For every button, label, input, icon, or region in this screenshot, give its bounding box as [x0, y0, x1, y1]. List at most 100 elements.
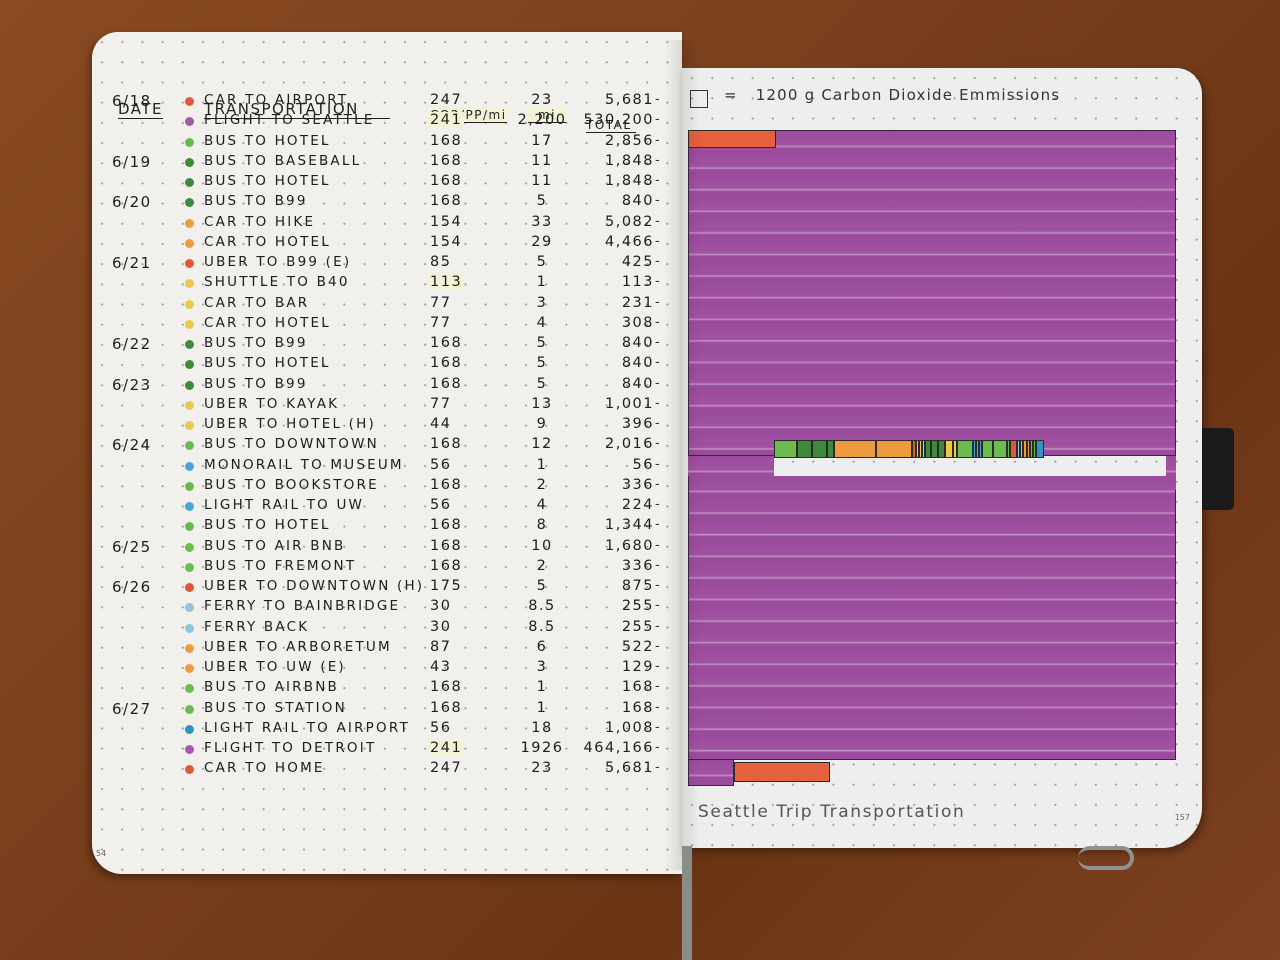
row-co2: 168 [430, 537, 463, 554]
row-co2: 113 [428, 274, 465, 291]
mode-color-dot-icon [185, 117, 194, 127]
row-trip-label: BUS TO HOTEL [204, 355, 331, 372]
row-tick-mark: - [655, 557, 662, 573]
row-tick-mark: - [655, 537, 662, 553]
table-row: CAR TO BAR 77 3 231- [92, 295, 682, 315]
row-date: 6/22 [112, 335, 152, 353]
table-row: MONORAIL TO MUSEUM 56 1 56- [92, 457, 682, 477]
table-row: CAR TO HOME 247 23 5,681- [92, 760, 682, 780]
page-number-left: 54 [96, 849, 107, 858]
row-total: 5,681 [604, 760, 654, 777]
flight-to-seattle-block [688, 130, 1176, 456]
mode-color-dot-icon [185, 319, 194, 329]
table-row: UBER TO ARBORETUM 87 6 522- [92, 639, 682, 659]
row-total: 875 [621, 578, 654, 594]
trip-emission-block [931, 440, 939, 458]
mode-color-dot-icon [185, 340, 194, 349]
row-trip-label: UBER TO UW (E) [204, 659, 346, 675]
mode-color-dot-icon [185, 218, 194, 228]
row-co2: 247 [430, 760, 463, 777]
row-trip-label: BUS TO DOWNTOWN [204, 436, 379, 453]
mode-color-dot-icon [185, 461, 194, 471]
row-tick-mark: - [655, 416, 662, 431]
row-trip-label: CAR TO HOME [204, 760, 325, 777]
trip-emission-block [924, 440, 932, 458]
row-date: 6/27 [112, 699, 152, 718]
row-trip-label: MONORAIL TO MUSEUM [204, 456, 404, 473]
row-tick-mark: - [655, 618, 662, 634]
mode-color-dot-icon [185, 502, 194, 511]
table-row: FLIGHT TO DETROIT 241 1926 464,166- [92, 740, 682, 760]
row-date: 6/23 [112, 375, 152, 394]
row-trip-label: UBER TO ARBORETUM [204, 638, 392, 655]
row-tick-mark: - [655, 314, 662, 330]
trip-emission-block [875, 440, 913, 458]
row-co2: 168 [430, 335, 463, 351]
row-date: 6/26 [112, 578, 152, 596]
mode-color-dot-icon [185, 684, 194, 694]
row-tick-mark: - [655, 173, 662, 188]
trip-emission-block [981, 440, 993, 458]
mode-color-dot-icon [185, 279, 194, 289]
row-tick-mark: - [655, 233, 662, 249]
table-row: 6/21 UBER TO B99 (E) 85 5 425- [92, 254, 682, 274]
mode-color-dot-icon [185, 259, 194, 268]
mode-color-dot-icon [185, 562, 194, 572]
row-total: 2,016 [604, 436, 654, 453]
row-trip-label: BUS TO B99 [204, 193, 308, 210]
row-trip-label: FLIGHT TO SEATTLE [204, 112, 375, 129]
mode-color-dot-icon [185, 522, 194, 532]
row-date: 6/21 [112, 254, 152, 272]
row-co2: 241 [428, 740, 465, 756]
row-total: 168 [621, 679, 654, 696]
row-trip-label: BUS TO B99 [204, 335, 308, 351]
row-tick-mark: - [655, 193, 662, 209]
row-trip-label: BUS TO FREMONT [204, 557, 357, 574]
row-tick-mark: - [655, 112, 662, 128]
mode-color-dot-icon [185, 97, 194, 106]
row-trip-label: UBER TO KAYAK [204, 395, 340, 412]
row-co2: 168 [430, 679, 463, 696]
trip-emission-block [827, 440, 835, 458]
page-number-right: 157 [1174, 813, 1190, 822]
row-trip-label: CAR TO HOTEL [204, 233, 331, 250]
mode-color-dot-icon [185, 745, 194, 754]
row-tick-mark: - [655, 152, 662, 168]
row-tick-mark: - [655, 456, 662, 472]
row-co2: 87 [430, 638, 452, 655]
trip-emission-block [797, 440, 813, 458]
row-date: 6/24 [112, 436, 152, 455]
mode-color-dot-icon [185, 198, 194, 208]
table-row: 6/22 BUS TO B99 168 5 840- [92, 335, 682, 355]
row-tick-mark: - [655, 92, 662, 107]
row-trip-label: SHUTTLE TO B40 [204, 274, 350, 291]
row-total: 168 [621, 699, 654, 716]
row-total: 1,848 [604, 173, 654, 189]
mode-color-dot-icon [185, 137, 194, 147]
table-row: 6/26 UBER TO DOWNTOWN (H) 175 5 875- [92, 578, 682, 598]
trip-emission-block [956, 440, 973, 458]
row-trip-label: FERRY TO BAINBRIDGE [204, 598, 401, 615]
trip-emission-block [774, 440, 798, 458]
mode-color-dot-icon [185, 542, 194, 552]
row-trip-label: LIGHT RAIL TO UW [204, 497, 365, 513]
mode-color-dot-icon [185, 421, 194, 430]
row-co2: 247 [430, 92, 463, 108]
table-row: CAR TO HOTEL 154 29 4,466- [92, 234, 682, 254]
row-co2: 168 [430, 699, 463, 716]
row-trip-label: BUS TO HOTEL [204, 517, 331, 534]
row-total: 1,001 [604, 395, 654, 412]
mode-color-dot-icon [185, 664, 194, 673]
row-trip-label: CAR TO AIRPORT [204, 92, 349, 108]
row-total: 1,344 [604, 517, 654, 534]
row-co2: 56 [430, 497, 452, 513]
table-row: UBER TO KAYAK 77 13 1,001- [92, 396, 682, 416]
row-tick-mark: - [655, 699, 662, 715]
row-tick-mark: - [655, 254, 662, 269]
row-total: 129 [621, 659, 654, 675]
table-row: 6/24 BUS TO DOWNTOWN 168 12 2,016- [92, 436, 682, 456]
car-to-home-block [734, 762, 830, 782]
table-row: CAR TO HOTEL 77 4 308- [92, 315, 682, 335]
row-tick-mark: - [655, 294, 662, 310]
row-total: 224 [621, 497, 654, 513]
